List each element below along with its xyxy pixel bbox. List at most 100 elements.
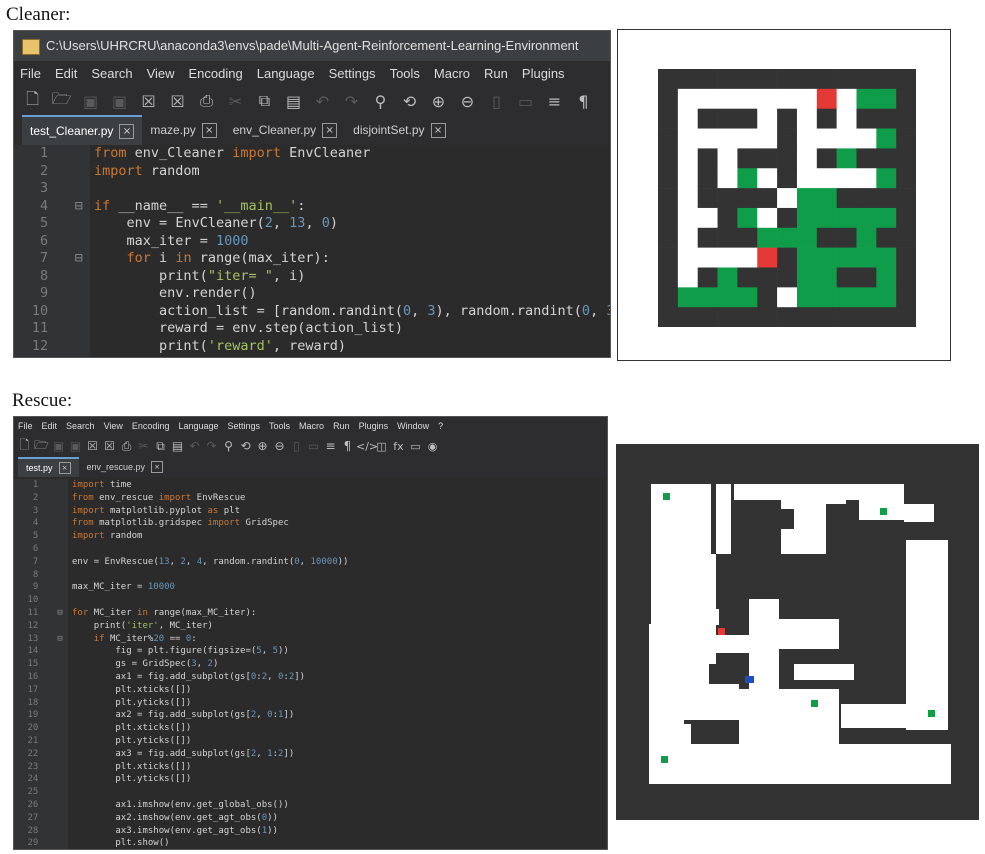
save-all-icon[interactable]: ▣ [105,92,134,111]
tab-env-cleaner-py[interactable]: env_Cleaner.py × [225,115,345,145]
code-line[interactable]: 9 max_MC_iter = 10000 [14,581,607,594]
code-line[interactable]: 8 print("iter= ", i) [14,268,610,286]
fold-toggle-icon[interactable]: ⊟ [57,633,62,646]
code-line[interactable]: 9 env.render() [14,285,610,303]
fold-toggle-icon[interactable]: ⊟ [75,198,83,216]
redo-icon[interactable]: ↷ [337,92,366,111]
save-icon[interactable]: ▣ [76,92,105,111]
new-file-icon[interactable]: 🗋 [18,88,47,115]
sync-h-icon[interactable]: ▭ [511,92,540,111]
close-icon[interactable]: ☒ [134,92,163,111]
code-line[interactable]: 10 action_list = [random.randint(0, 3), … [14,303,610,321]
code-line[interactable]: 5 env = EnvCleaner(2, 13, 0) [14,215,610,233]
code-line[interactable]: 2 from env_rescue import EnvRescue [14,492,607,505]
zoom-in-icon[interactable]: ⊕ [424,92,453,111]
code-line[interactable]: 29 plt.show() [14,837,607,849]
word-wrap-icon[interactable]: ≡ [540,92,569,111]
menu-item-tools[interactable]: Tools [390,61,420,87]
print-icon[interactable]: ⎙ [192,91,221,111]
code-line[interactable]: 3 import matplotlib.pyplot as plt [14,505,607,518]
code-line[interactable]: 13 ⊟ if MC_iter%20 == 0: [14,633,607,646]
menu-item-encoding[interactable]: Encoding [189,61,243,87]
menu-item-run[interactable]: Run [333,417,350,435]
code-line[interactable]: 11 reward = env.step(action_list) [14,320,610,338]
copy-icon[interactable]: ⧉ [250,91,279,111]
monitor-icon[interactable]: ▭ [407,440,424,453]
code-line[interactable]: 19 ax2 = fig.add_subplot(gs[2, 0:1]) [14,709,607,722]
code-line[interactable]: 12 print('iter', MC_iter) [14,620,607,633]
tab-close-icon[interactable]: × [201,122,217,138]
menu-item-[interactable]: ? [438,417,443,435]
menu-item-settings[interactable]: Settings [228,417,261,435]
find-icon[interactable]: ⚲ [220,439,237,453]
copy-icon[interactable]: ⧉ [152,439,169,454]
cut-icon[interactable]: ✂ [221,92,250,111]
menu-item-language[interactable]: Language [257,61,315,87]
undo-icon[interactable]: ↶ [308,92,337,111]
cleaner-code-area[interactable]: 1 from env_Cleaner import EnvCleaner 2 impo… [14,145,610,357]
tab-test-py[interactable]: test.py × [18,457,79,477]
new-file-icon[interactable]: 🗋 [16,436,33,457]
menu-item-edit[interactable]: Edit [55,61,77,87]
rescue-code-area[interactable]: 1 import time 2 from env_rescue import EnvR… [14,479,607,849]
menu-item-file[interactable]: File [18,417,33,435]
show-all-chars-icon[interactable]: ¶ [339,439,356,453]
code-line[interactable]: 3 [14,180,610,198]
code-line[interactable]: 21 plt.yticks([]) [14,735,607,748]
menu-item-view[interactable]: View [104,417,123,435]
code-line[interactable]: 11 ⊟ for MC_iter in range(max_MC_iter): [14,607,607,620]
code-line[interactable]: 25 [14,786,607,799]
show-all-chars-icon[interactable]: ¶ [569,92,598,111]
menu-item-file[interactable]: File [20,61,41,87]
code-line[interactable]: 23 plt.xticks([]) [14,761,607,774]
menu-item-search[interactable]: Search [66,417,95,435]
code-line[interactable]: 26 ax1.imshow(env.get_global_obs()) [14,799,607,812]
menu-item-window[interactable]: Window [397,417,429,435]
code-line[interactable]: 5 import random [14,530,607,543]
menu-item-language[interactable]: Language [178,417,218,435]
undo-icon[interactable]: ↶ [186,439,203,453]
tab-test-cleaner-py[interactable]: test_Cleaner.py × [22,115,143,145]
word-wrap-icon[interactable]: ≡ [322,439,339,453]
code-line[interactable]: 6 max_iter = 1000 [14,233,610,251]
tab-disjointset-py[interactable]: disjointSet.py × [345,115,453,145]
zoom-in-icon[interactable]: ⊕ [254,439,271,453]
close-all-icon[interactable]: ☒ [101,439,118,453]
code-line[interactable]: 1 from env_Cleaner import EnvCleaner [14,145,610,163]
record-icon[interactable]: ◉ [424,440,441,453]
save-icon[interactable]: ▣ [50,439,67,453]
save-all-icon[interactable]: ▣ [67,439,84,453]
code-line[interactable]: 6 [14,543,607,556]
open-folder-icon[interactable]: 🗁 [47,88,76,115]
paste-icon[interactable]: ▤ [169,439,186,453]
code-line[interactable]: 1 import time [14,479,607,492]
close-all-icon[interactable]: ☒ [163,92,192,111]
tab-close-icon[interactable]: × [430,122,446,138]
function-icon[interactable]: fx [390,440,407,453]
close-icon[interactable]: ☒ [84,439,101,453]
menu-item-settings[interactable]: Settings [329,61,376,87]
sync-v-icon[interactable]: ▯ [482,92,511,111]
code-line[interactable]: 7 env = EnvRescue(13, 2, 4, random.randin… [14,556,607,569]
macro-icon[interactable]: ◫ [373,440,390,453]
tab-close-icon[interactable]: × [151,461,164,473]
menu-item-macro[interactable]: Macro [299,417,324,435]
menu-item-edit[interactable]: Edit [42,417,58,435]
code-line[interactable]: 24 plt.yticks([]) [14,773,607,786]
replace-icon[interactable]: ⟲ [237,439,254,453]
tab-close-icon[interactable]: × [119,123,135,139]
find-icon[interactable]: ⚲ [366,92,395,111]
code-line[interactable]: 12 print('reward', reward) [14,338,610,356]
fold-toggle-icon[interactable]: ⊟ [75,250,83,268]
zoom-out-icon[interactable]: ⊖ [271,439,288,453]
redo-icon[interactable]: ↷ [203,439,220,453]
code-tag-icon[interactable]: </> [356,440,378,453]
zoom-out-icon[interactable]: ⊖ [453,92,482,111]
code-line[interactable]: 15 gs = GridSpec(3, 2) [14,658,607,671]
sync-v-icon[interactable]: ▯ [288,439,305,453]
fold-toggle-icon[interactable]: ⊟ [57,607,62,620]
code-line[interactable]: 4 from matplotlib.gridspec import GridSpe… [14,517,607,530]
code-line[interactable]: 28 ax3.imshow(env.get_agt_obs(1)) [14,825,607,838]
print-icon[interactable]: ⎙ [118,439,135,454]
menu-item-tools[interactable]: Tools [269,417,290,435]
